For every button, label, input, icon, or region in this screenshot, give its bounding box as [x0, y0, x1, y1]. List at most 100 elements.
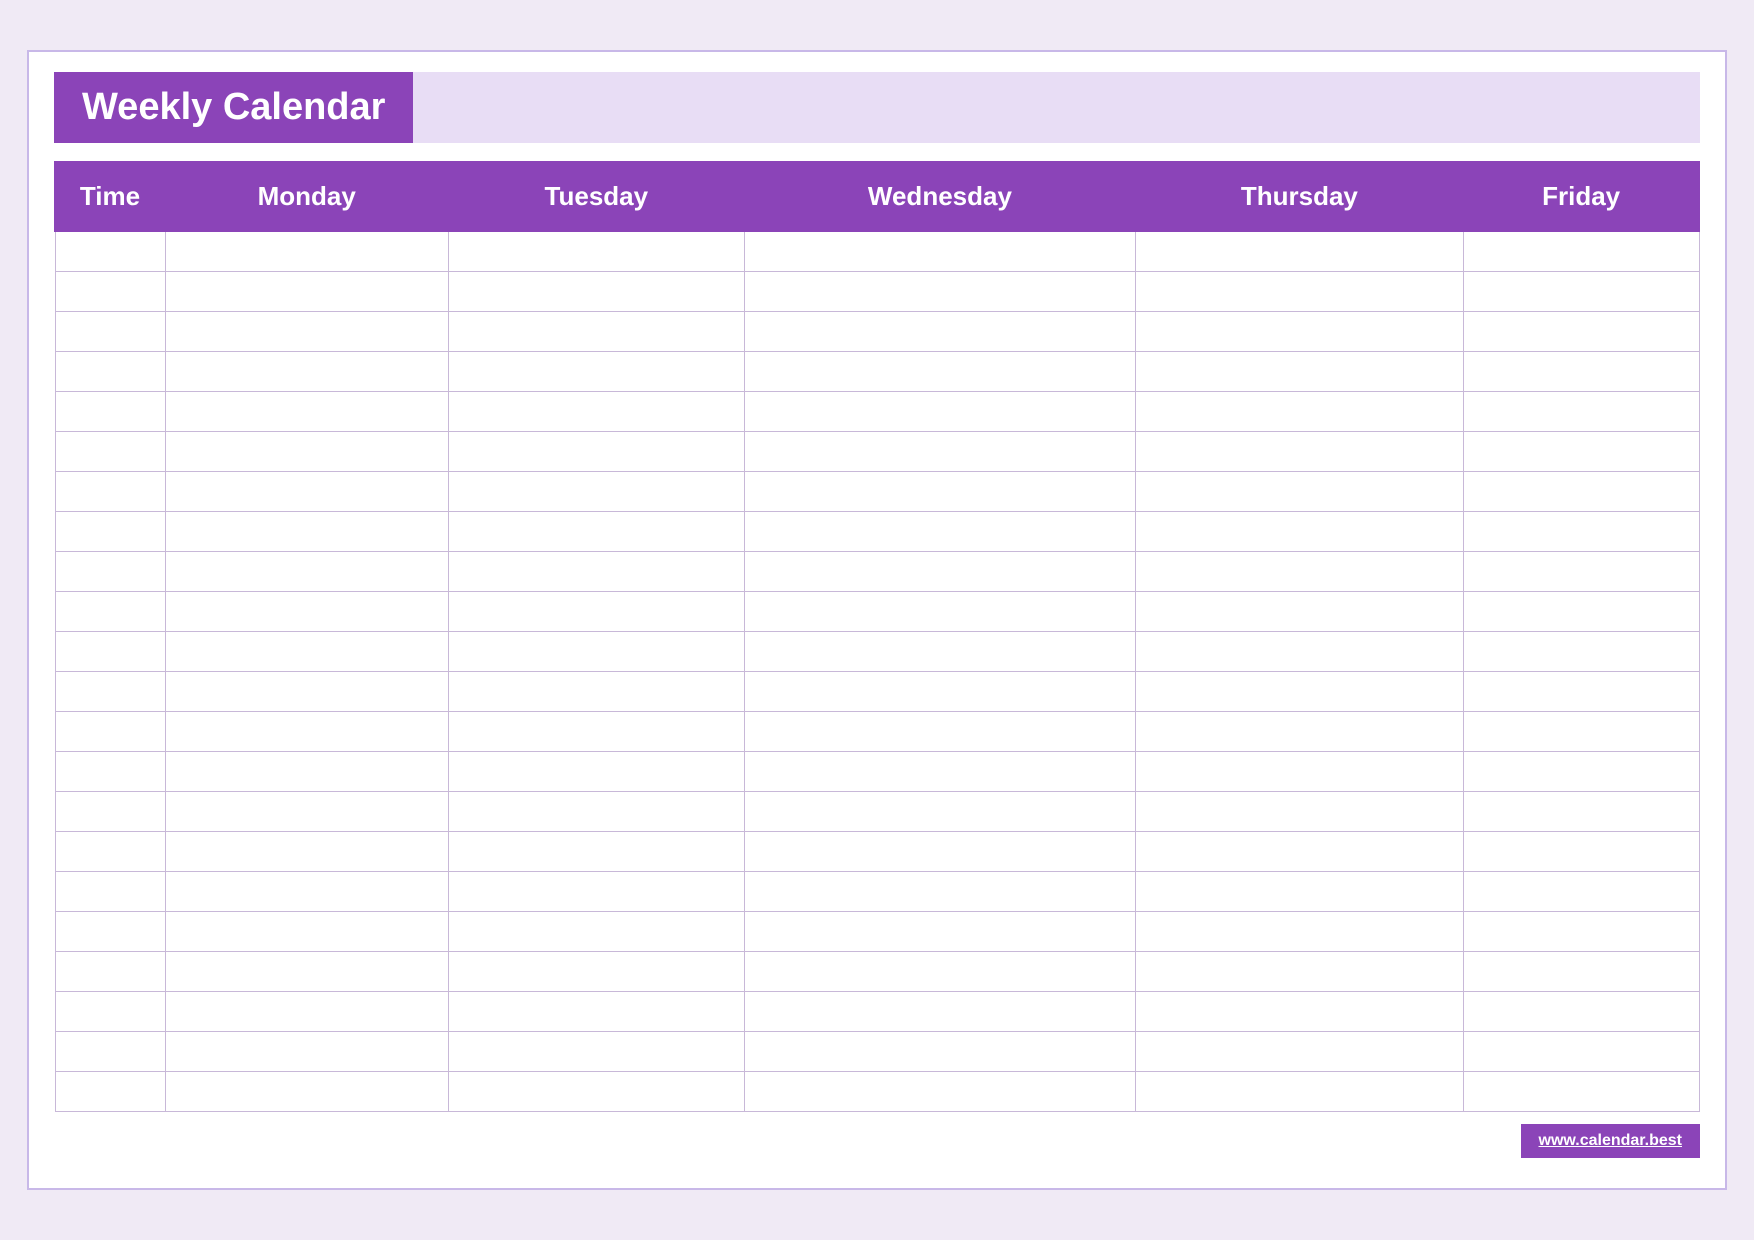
table-cell[interactable]	[1136, 911, 1464, 951]
table-cell[interactable]	[55, 311, 165, 351]
table-cell[interactable]	[1463, 1071, 1699, 1111]
table-cell[interactable]	[744, 231, 1135, 271]
table-cell[interactable]	[165, 431, 448, 471]
table-cell[interactable]	[744, 311, 1135, 351]
table-cell[interactable]	[1136, 271, 1464, 311]
table-cell[interactable]	[1463, 391, 1699, 431]
table-cell[interactable]	[744, 991, 1135, 1031]
table-cell[interactable]	[744, 831, 1135, 871]
table-cell[interactable]	[448, 271, 744, 311]
table-cell[interactable]	[448, 711, 744, 751]
table-cell[interactable]	[1136, 311, 1464, 351]
table-cell[interactable]	[55, 511, 165, 551]
table-cell[interactable]	[448, 311, 744, 351]
table-cell[interactable]	[165, 951, 448, 991]
table-cell[interactable]	[55, 991, 165, 1031]
table-cell[interactable]	[1463, 751, 1699, 791]
table-cell[interactable]	[1136, 591, 1464, 631]
table-cell[interactable]	[55, 471, 165, 511]
table-cell[interactable]	[165, 391, 448, 431]
table-cell[interactable]	[165, 351, 448, 391]
table-cell[interactable]	[1136, 351, 1464, 391]
table-cell[interactable]	[1136, 511, 1464, 551]
table-cell[interactable]	[448, 431, 744, 471]
table-cell[interactable]	[448, 831, 744, 871]
table-cell[interactable]	[744, 711, 1135, 751]
table-cell[interactable]	[744, 511, 1135, 551]
table-cell[interactable]	[55, 1071, 165, 1111]
table-cell[interactable]	[1463, 551, 1699, 591]
table-cell[interactable]	[55, 791, 165, 831]
table-cell[interactable]	[1463, 991, 1699, 1031]
table-cell[interactable]	[448, 1031, 744, 1071]
table-cell[interactable]	[1136, 231, 1464, 271]
table-cell[interactable]	[1136, 391, 1464, 431]
table-cell[interactable]	[165, 271, 448, 311]
table-cell[interactable]	[55, 551, 165, 591]
table-cell[interactable]	[744, 751, 1135, 791]
table-cell[interactable]	[1463, 871, 1699, 911]
table-cell[interactable]	[744, 591, 1135, 631]
table-cell[interactable]	[744, 271, 1135, 311]
table-cell[interactable]	[165, 911, 448, 951]
table-cell[interactable]	[1136, 671, 1464, 711]
table-cell[interactable]	[1463, 631, 1699, 671]
table-cell[interactable]	[165, 991, 448, 1031]
table-cell[interactable]	[1136, 551, 1464, 591]
table-cell[interactable]	[1463, 351, 1699, 391]
table-cell[interactable]	[1463, 951, 1699, 991]
table-cell[interactable]	[165, 551, 448, 591]
table-cell[interactable]	[744, 1071, 1135, 1111]
table-cell[interactable]	[165, 791, 448, 831]
table-cell[interactable]	[744, 551, 1135, 591]
table-cell[interactable]	[55, 351, 165, 391]
table-cell[interactable]	[55, 911, 165, 951]
table-cell[interactable]	[55, 631, 165, 671]
table-cell[interactable]	[744, 391, 1135, 431]
table-cell[interactable]	[448, 391, 744, 431]
table-cell[interactable]	[1463, 1031, 1699, 1071]
table-cell[interactable]	[1463, 911, 1699, 951]
table-cell[interactable]	[1463, 231, 1699, 271]
table-cell[interactable]	[1463, 711, 1699, 751]
table-cell[interactable]	[55, 591, 165, 631]
table-cell[interactable]	[1136, 431, 1464, 471]
table-cell[interactable]	[55, 231, 165, 271]
footer-link[interactable]: www.calendar.best	[1521, 1124, 1700, 1158]
table-cell[interactable]	[448, 231, 744, 271]
table-cell[interactable]	[448, 911, 744, 951]
table-cell[interactable]	[165, 471, 448, 511]
table-cell[interactable]	[55, 711, 165, 751]
table-cell[interactable]	[165, 671, 448, 711]
table-cell[interactable]	[1136, 711, 1464, 751]
table-cell[interactable]	[1136, 471, 1464, 511]
table-cell[interactable]	[1463, 271, 1699, 311]
table-cell[interactable]	[1463, 431, 1699, 471]
table-cell[interactable]	[1463, 311, 1699, 351]
table-cell[interactable]	[165, 511, 448, 551]
table-cell[interactable]	[55, 831, 165, 871]
table-cell[interactable]	[744, 951, 1135, 991]
table-cell[interactable]	[55, 431, 165, 471]
table-cell[interactable]	[55, 871, 165, 911]
table-cell[interactable]	[448, 751, 744, 791]
table-cell[interactable]	[1463, 511, 1699, 551]
table-cell[interactable]	[55, 671, 165, 711]
table-cell[interactable]	[744, 671, 1135, 711]
table-cell[interactable]	[1136, 1031, 1464, 1071]
table-cell[interactable]	[1136, 831, 1464, 871]
table-cell[interactable]	[448, 791, 744, 831]
table-cell[interactable]	[1136, 951, 1464, 991]
table-cell[interactable]	[165, 751, 448, 791]
table-cell[interactable]	[165, 711, 448, 751]
table-cell[interactable]	[448, 1071, 744, 1111]
table-cell[interactable]	[1463, 831, 1699, 871]
table-cell[interactable]	[1463, 791, 1699, 831]
table-cell[interactable]	[744, 351, 1135, 391]
table-cell[interactable]	[165, 831, 448, 871]
table-cell[interactable]	[448, 631, 744, 671]
table-cell[interactable]	[744, 631, 1135, 671]
table-cell[interactable]	[1136, 791, 1464, 831]
table-cell[interactable]	[448, 511, 744, 551]
table-cell[interactable]	[448, 471, 744, 511]
